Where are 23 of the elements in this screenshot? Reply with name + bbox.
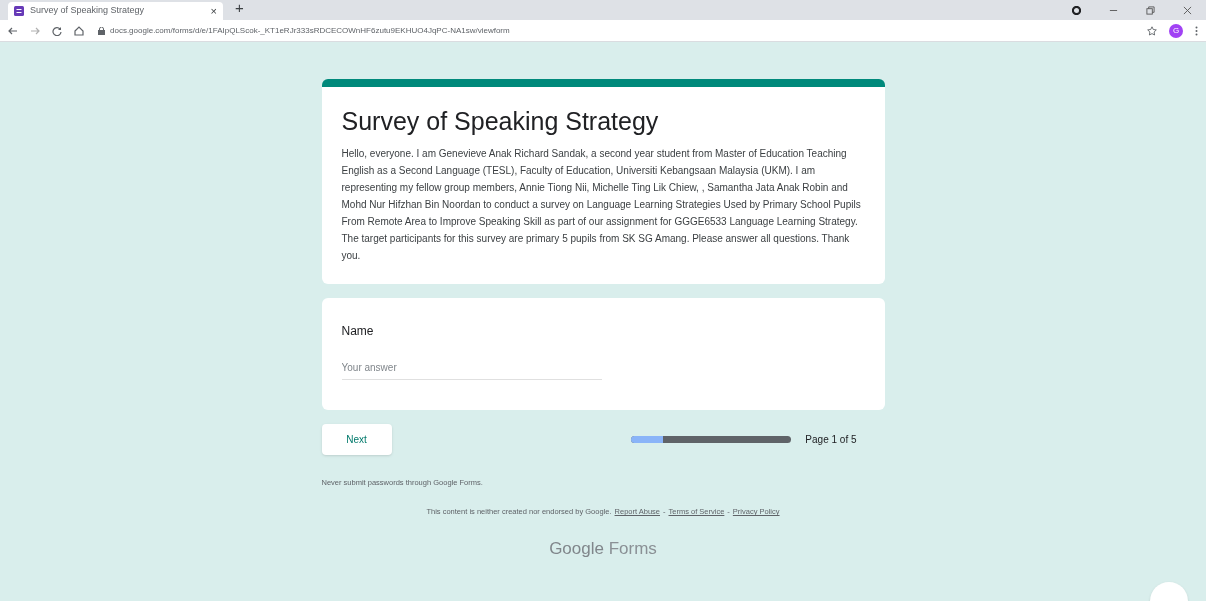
answer-field[interactable]: Your answer (341, 360, 602, 380)
url-text: docs.google.com/forms/d/e/1FAIpQLScok-_KT1eRJr333sRDCECOWnHF6zutu9EKHUO4JqPC-NA1sw/viewform (110, 24, 510, 37)
google-forms-logo: Google Forms (548, 537, 658, 560)
page-indicator: Page 1 of 5 (805, 433, 857, 447)
question-label: Name (341, 323, 375, 340)
form-description: Hello, everyone. I am Genevieve Anak Richard Sandak, a second year student from Master of Education Teaching English as a Second Language (TESL), Faculty of Education, Universiti Kebangsaan Malaysia (UKM). I am representing my fellow group members, Annie Tiong Nii, Michelle Ting Lik Chiew, , Samantha Jata Anak Robin and Mohd Nur Hifzhan Bin Noordan to conduct a survey on Language Learning Strategies Used by Primary School Pupils From Remote Area to Improve Speaking Skill as part of our assignment for GGGE6533 Language Learning Strategy. The target participants for this survey are primary 5 pupils from SK SG Amang. Please answer all questions. Thank you. (341, 147, 862, 263)
lock-icon (98, 26, 105, 35)
back-arrow-icon[interactable] (8, 25, 18, 36)
profile-avatar[interactable]: G (1169, 23, 1183, 38)
record-icon[interactable] (1072, 5, 1081, 15)
next-button[interactable]: Next (321, 424, 392, 455)
home-icon[interactable] (74, 25, 84, 36)
more-menu-icon[interactable] (1195, 25, 1198, 36)
tab-title: Survey of Speaking Strategy (30, 4, 146, 18)
star-icon[interactable] (1147, 25, 1157, 36)
form-title: Survey of Speaking Strategy (341, 106, 660, 137)
new-tab-button[interactable]: + (235, 0, 244, 19)
browser-tab[interactable]: Survey of Speaking Strategy × (8, 2, 223, 20)
reload-icon[interactable] (52, 25, 62, 36)
tab-close-button[interactable]: × (210, 2, 217, 20)
close-icon[interactable] (1183, 5, 1192, 15)
forms-icon (14, 6, 24, 16)
restore-icon[interactable] (1146, 5, 1155, 15)
